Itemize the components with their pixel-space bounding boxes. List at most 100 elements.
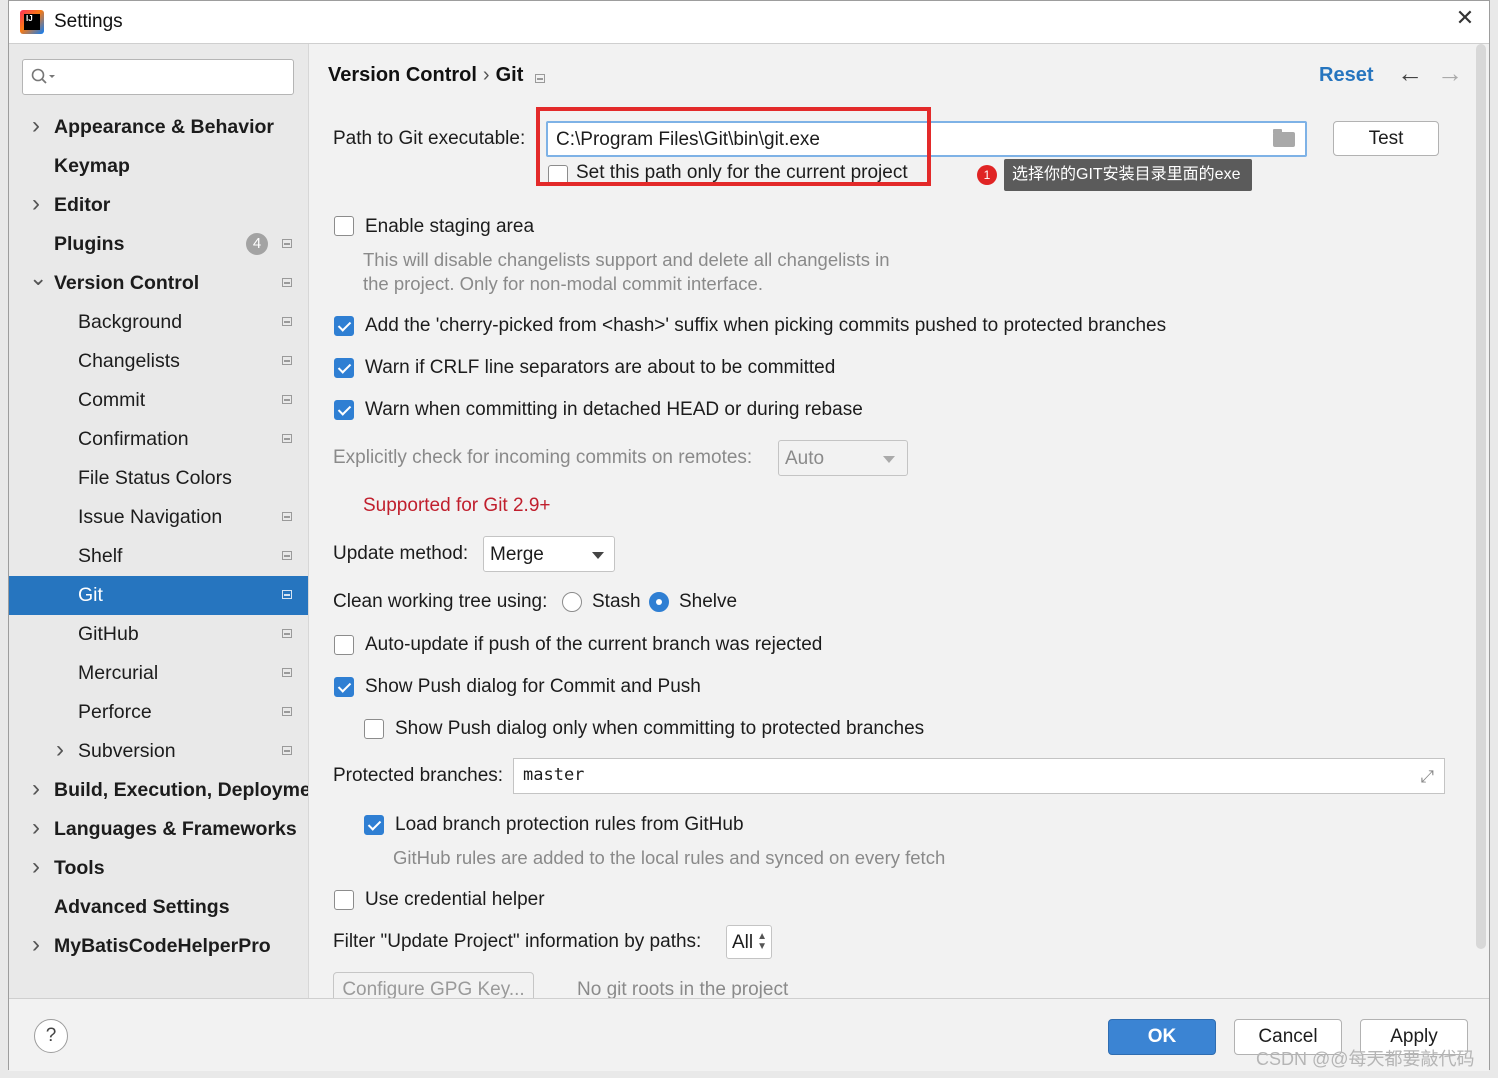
sidebar-item-appearance-behavior[interactable]: › Appearance & Behavior xyxy=(9,108,308,147)
crlf-warning-checkbox[interactable] xyxy=(334,358,354,378)
sidebar-item-label: Issue Navigation xyxy=(78,506,223,528)
project-scope-icon xyxy=(535,74,546,83)
sidebar-item-label: Perforce xyxy=(78,701,152,723)
update-count-badge: 4 xyxy=(246,233,268,255)
staging-area-hint: This will disable changelists support an… xyxy=(363,249,890,270)
reset-link[interactable]: Reset xyxy=(1319,64,1373,87)
sidebar-item-plugins[interactable]: Plugins 4 xyxy=(9,225,308,264)
sidebar-item-changelists[interactable]: Changelists xyxy=(9,342,308,381)
sidebar-item-keymap[interactable]: Keymap xyxy=(9,147,308,186)
settings-sidebar: › Appearance & Behavior Keymap › Editor Plugi… xyxy=(9,44,309,998)
close-icon[interactable]: ✕ xyxy=(1455,5,1475,31)
sidebar-item-label: Build, Execution, Deployment xyxy=(54,779,308,801)
project-scope-icon xyxy=(282,707,292,716)
sidebar-item-file-status-colors[interactable]: File Status Colors xyxy=(9,459,308,498)
settings-dialog: IJ Settings ✕ › Appearance & Behavior Keym… xyxy=(8,0,1490,1071)
configure-gpg-key-button[interactable]: Configure GPG Key... xyxy=(333,972,534,998)
incoming-commits-select[interactable]: Auto xyxy=(778,440,908,476)
protected-branches-label: Protected branches: xyxy=(333,765,504,786)
search-icon xyxy=(31,68,55,84)
protected-branches-value: master xyxy=(523,765,585,785)
update-method-select[interactable]: Merge xyxy=(483,536,615,572)
sidebar-item-label: Languages & Frameworks xyxy=(54,818,297,840)
sidebar-item-label: Advanced Settings xyxy=(54,896,230,918)
project-scope-icon xyxy=(282,668,292,677)
cherry-pick-suffix-checkbox[interactable] xyxy=(334,316,354,336)
ok-button[interactable]: OK xyxy=(1108,1019,1216,1055)
sidebar-item-shelf[interactable]: Shelf xyxy=(9,537,308,576)
chevron-down-icon xyxy=(883,456,895,463)
sidebar-item-label: Keymap xyxy=(54,155,130,177)
chevron-right-icon[interactable]: › xyxy=(29,186,43,223)
incoming-commits-value: Auto xyxy=(785,448,825,469)
breadcrumb-parent[interactable]: Version Control xyxy=(328,64,477,86)
sidebar-item-label: Version Control xyxy=(54,272,200,294)
test-button[interactable]: Test xyxy=(1333,121,1439,156)
sidebar-item-version-control[interactable]: ⌄ Version Control xyxy=(9,264,308,303)
breadcrumb: Version Control › Git xyxy=(328,64,546,87)
sidebar-item-confirmation[interactable]: Confirmation xyxy=(9,420,308,459)
sidebar-item-label: Plugins xyxy=(54,233,125,255)
protected-branches-input[interactable]: master ⤢ xyxy=(513,758,1445,794)
project-scope-icon xyxy=(282,551,292,560)
credential-helper-checkbox[interactable] xyxy=(334,890,354,910)
sidebar-item-commit[interactable]: Commit xyxy=(9,381,308,420)
chevron-right-icon[interactable]: › xyxy=(29,849,43,886)
project-scope-icon xyxy=(282,434,292,443)
detached-head-checkbox[interactable] xyxy=(334,400,354,420)
search-input[interactable] xyxy=(22,59,294,95)
sidebar-item-label: Appearance & Behavior xyxy=(54,116,274,138)
sidebar-item-advanced-settings[interactable]: Advanced Settings xyxy=(9,888,308,927)
sidebar-item-background[interactable]: Background xyxy=(9,303,308,342)
project-scope-icon xyxy=(282,239,292,248)
sidebar-item-tools[interactable]: › Tools xyxy=(9,849,308,888)
chevron-right-icon[interactable]: › xyxy=(29,810,43,847)
scrollbar[interactable] xyxy=(1476,44,1486,949)
sidebar-item-issue-navigation[interactable]: Issue Navigation xyxy=(9,498,308,537)
chevron-right-icon[interactable]: › xyxy=(53,732,67,769)
sidebar-item-mercurial[interactable]: Mercurial xyxy=(9,654,308,693)
help-button[interactable]: ? xyxy=(34,1019,68,1053)
sidebar-item-label: MyBatisCodeHelperPro xyxy=(54,935,271,957)
chevron-right-icon[interactable]: › xyxy=(29,771,43,808)
sidebar-item-perforce[interactable]: Perforce xyxy=(9,693,308,732)
shelve-radio[interactable] xyxy=(649,592,669,612)
sidebar-item-label: Tools xyxy=(54,857,105,879)
forward-arrow-icon[interactable]: → xyxy=(1437,58,1463,89)
sidebar-item-subversion[interactable]: › Subversion xyxy=(9,732,308,771)
chevron-down-icon xyxy=(592,552,604,559)
sidebar-item-label: Git xyxy=(78,584,103,606)
show-push-dialog-checkbox[interactable] xyxy=(334,677,354,697)
sidebar-item-label: GitHub xyxy=(78,623,139,645)
stash-radio[interactable] xyxy=(562,592,582,612)
sidebar-item-build-execution-deployment[interactable]: › Build, Execution, Deployment xyxy=(9,771,308,810)
annotation-highlight-box xyxy=(536,107,931,186)
project-scope-icon xyxy=(282,395,292,404)
project-scope-icon xyxy=(282,590,292,599)
sidebar-item-label: File Status Colors xyxy=(78,467,232,489)
sidebar-item-languages-frameworks[interactable]: › Languages & Frameworks xyxy=(9,810,308,849)
load-github-rules-checkbox[interactable] xyxy=(364,815,384,835)
annotation-number-badge: 1 xyxy=(977,165,997,185)
sidebar-item-label: Background xyxy=(78,311,183,333)
filter-paths-select[interactable]: All ▲ ▼ xyxy=(726,925,772,959)
sidebar-item-mybatiscodehelperpro[interactable]: › MyBatisCodeHelperPro xyxy=(9,927,308,966)
chevron-right-icon[interactable]: › xyxy=(29,108,43,145)
chevron-down-icon[interactable]: ⌄ xyxy=(29,264,47,297)
clean-tree-label: Clean working tree using: xyxy=(333,591,548,612)
breadcrumb-current: Git xyxy=(495,64,524,86)
back-arrow-icon[interactable]: ← xyxy=(1397,58,1423,89)
credential-helper-label: Use credential helper xyxy=(365,889,545,910)
project-scope-icon xyxy=(282,746,292,755)
expand-icon[interactable]: ⤢ xyxy=(1420,767,1434,787)
sidebar-item-github[interactable]: GitHub xyxy=(9,615,308,654)
auto-update-checkbox[interactable] xyxy=(334,635,354,655)
folder-browse-icon[interactable] xyxy=(1273,129,1295,147)
staging-area-checkbox[interactable] xyxy=(334,216,354,236)
sidebar-item-editor[interactable]: › Editor xyxy=(9,186,308,225)
sidebar-item-git[interactable]: Git xyxy=(9,576,308,615)
push-protected-only-checkbox[interactable] xyxy=(364,719,384,739)
incoming-commits-label: Explicitly check for incoming commits on… xyxy=(333,447,753,468)
sidebar-item-label: Editor xyxy=(54,194,111,216)
chevron-right-icon[interactable]: › xyxy=(29,927,43,964)
